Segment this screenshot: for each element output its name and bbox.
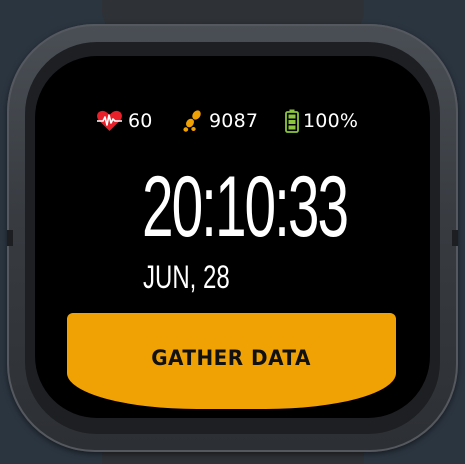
heart-rate-stat: 60	[96, 108, 153, 134]
steps-stat: 9087	[182, 108, 258, 134]
clock-date: JUN, 28	[143, 259, 230, 295]
battery-full-icon	[285, 109, 299, 133]
clock-time: 20:10:33	[142, 159, 349, 255]
watch-side-button-right[interactable]	[452, 230, 458, 246]
gather-data-button[interactable]: GATHER DATA	[67, 313, 396, 409]
footsteps-icon	[182, 109, 204, 133]
steps-value: 9087	[209, 110, 259, 132]
battery-stat: 100%	[285, 108, 358, 134]
status-row: 60 9087 100%	[35, 108, 430, 134]
watch-screen: 60 9087 100% 20:10:33 JUN, 28 GATHER DAT…	[35, 56, 430, 418]
battery-value: 100%	[303, 110, 359, 132]
heart-pulse-icon	[96, 109, 123, 133]
gather-data-label: GATHER DATA	[151, 346, 312, 370]
watch-side-button-left[interactable]	[7, 230, 13, 246]
heart-rate-value: 60	[128, 110, 153, 132]
watch-device: 60 9087 100% 20:10:33 JUN, 28 GATHER DAT…	[0, 0, 465, 464]
